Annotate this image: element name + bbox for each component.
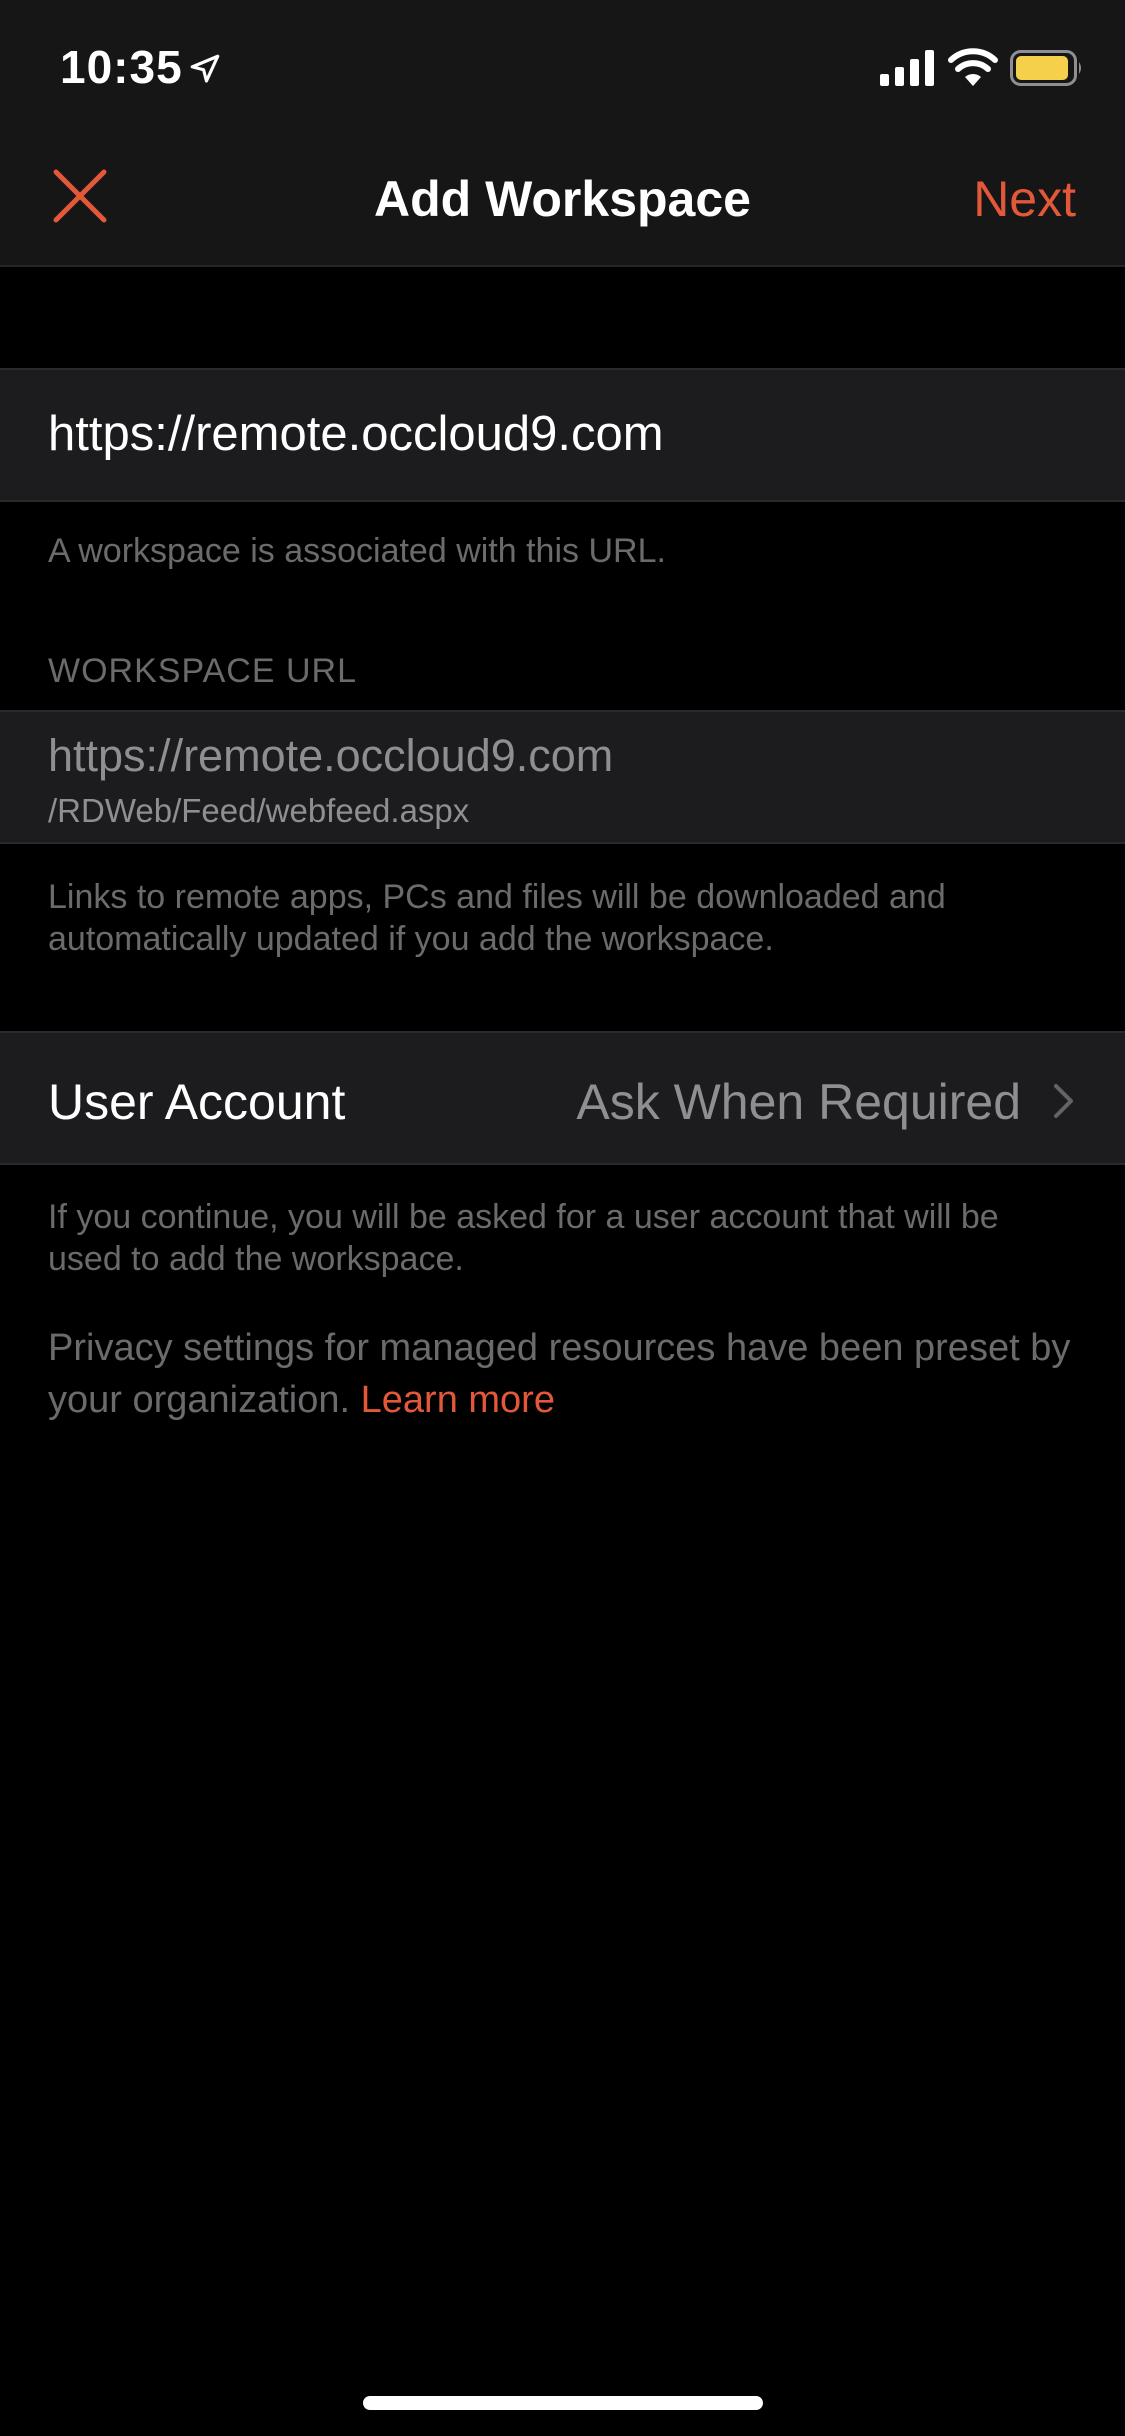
- workspace-url-path: /RDWeb/Feed/webfeed.aspx: [48, 792, 470, 829]
- page-title: Add Workspace: [374, 171, 751, 227]
- user-account-row[interactable]: User Account Ask When Required: [0, 1031, 1125, 1165]
- battery-level: [1016, 56, 1068, 80]
- nav-bar: Add Workspace Next: [0, 134, 1125, 267]
- url-helper-text: A workspace is associated with this URL.: [48, 532, 666, 570]
- location-arrow-icon: [190, 54, 220, 83]
- home-indicator[interactable]: [363, 2396, 763, 2410]
- wifi-icon: [948, 48, 998, 86]
- status-time: 10:35: [60, 41, 183, 93]
- status-bar: 10:35: [0, 0, 1125, 134]
- cellular-signal-icon: [880, 50, 934, 86]
- workspace-url-main: https://remote.occloud9.com: [48, 730, 614, 781]
- next-button[interactable]: Next: [973, 170, 1076, 228]
- url-input-cell: [0, 368, 1125, 502]
- privacy-notice: Privacy settings for managed resources h…: [48, 1322, 1078, 1426]
- chevron-right-icon: [1054, 1084, 1073, 1118]
- workspace-url-header: WORKSPACE URL: [48, 652, 357, 690]
- url-input[interactable]: [48, 406, 1078, 462]
- user-account-label: User Account: [48, 1074, 346, 1130]
- workspace-url-cell: https://remote.occloud9.com /RDWeb/Feed/…: [0, 710, 1125, 844]
- privacy-text: Privacy settings for managed resources h…: [48, 1327, 1071, 1421]
- battery-icon: [1010, 50, 1081, 86]
- workspace-url-footer: Links to remote apps, PCs and files will…: [48, 878, 946, 958]
- user-account-value: Ask When Required: [576, 1074, 1021, 1130]
- user-account-footer: If you continue, you will be asked for a…: [48, 1198, 999, 1278]
- learn-more-link[interactable]: Learn more: [361, 1379, 555, 1421]
